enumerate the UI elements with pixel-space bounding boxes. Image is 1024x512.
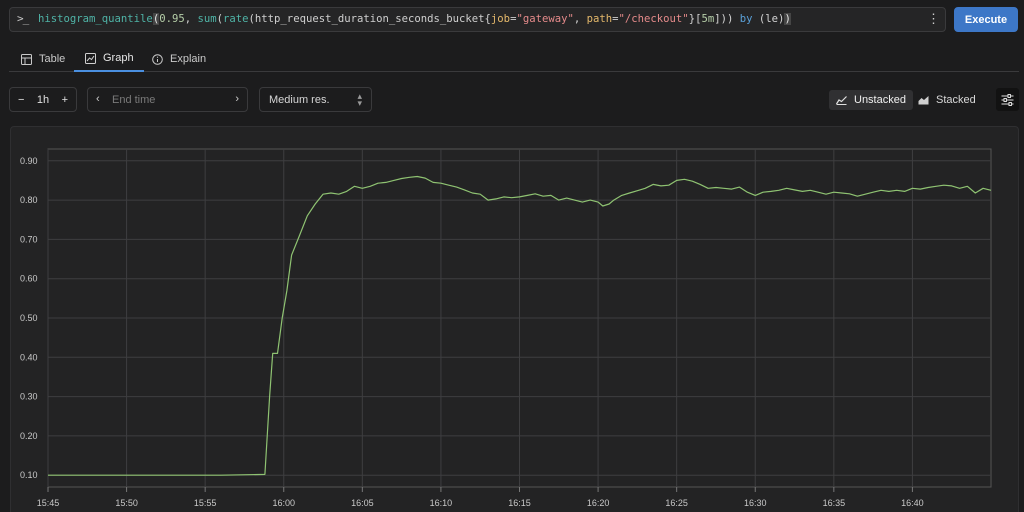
query-token: by (733, 13, 759, 25)
query-token: histogram_quantile (38, 13, 153, 25)
table-icon (20, 53, 32, 65)
stacked-label: Stacked (936, 94, 976, 106)
query-token: , (573, 13, 587, 25)
area-chart-icon (918, 96, 929, 105)
chevron-left-icon[interactable]: ‹ (96, 93, 100, 105)
execute-button[interactable]: Execute (954, 7, 1018, 32)
latency-chart[interactable]: 0.90 0.80 0.70 0.60 0.50 0.40 0.30 0.20 0.10 15:4… (11, 127, 1020, 512)
x-tick-label: 16:25 (665, 498, 688, 508)
query-token: "gateway" (516, 13, 574, 25)
range-decrease-button[interactable]: − (18, 94, 24, 106)
tab-graph-label: Graph (103, 52, 134, 64)
chevron-right-icon[interactable]: › (235, 93, 239, 105)
graph-panel: 0.90 0.80 0.70 0.60 0.50 0.40 0.30 0.20 0.10 15:4… (10, 126, 1019, 512)
query-token: http_request_duration_seconds_bucket (254, 13, 485, 25)
x-tick-label: 16:00 (272, 498, 295, 508)
query-token: 5m (701, 13, 715, 25)
y-tick-label: 0.50 (20, 313, 38, 323)
graph-settings-button[interactable] (996, 88, 1019, 111)
y-tick-label: 0.70 (20, 234, 38, 244)
y-tick-label: 0.80 (20, 195, 38, 205)
x-tick-label: 16:05 (351, 498, 374, 508)
terminal-prompt-icon: >_ (17, 12, 29, 25)
resolution-value: Medium res. (269, 94, 330, 106)
x-tick-label: 16:35 (823, 498, 846, 508)
x-tick-label: 15:50 (115, 498, 138, 508)
view-tabs: Table Graph Explain (9, 46, 1019, 72)
y-tick-label: 0.30 (20, 392, 38, 402)
tab-table-label: Table (39, 53, 66, 65)
x-tick-label: 16:15 (508, 498, 531, 508)
query-token: sum (197, 13, 217, 25)
y-tick-label: 0.20 (20, 431, 38, 441)
tab-graph[interactable]: Graph (74, 46, 144, 72)
tab-table[interactable]: Table (20, 46, 65, 72)
range-value[interactable]: 1h (37, 94, 49, 106)
query-token: ) (784, 13, 791, 25)
query-editor[interactable]: >_ histogram_quantile(0.95, sum(rate(htt… (9, 7, 946, 32)
end-time-input[interactable]: ‹ End time › (87, 87, 248, 112)
range-increase-button[interactable]: + (62, 94, 68, 106)
x-tick-label: 16:10 (430, 498, 453, 508)
x-tick-label: 16:30 (744, 498, 767, 508)
query-token: (le) (758, 13, 785, 25)
kebab-menu-icon[interactable]: ⋮ (927, 12, 940, 26)
query-token: path (586, 13, 613, 25)
resolution-select[interactable]: Medium res. ▴ ▾ (259, 87, 372, 112)
y-tick-label: 0.40 (20, 352, 38, 362)
query-expression[interactable]: histogram_quantile(0.95, sum(rate(http_r… (38, 13, 791, 25)
range-control: − 1h + (9, 87, 77, 112)
query-token: 0.95 (159, 13, 185, 25)
y-tick-label: 0.60 (20, 274, 38, 284)
tab-explain-label: Explain (170, 53, 207, 65)
sliders-icon (1001, 93, 1014, 106)
y-tick-label: 0.10 (20, 470, 38, 480)
x-tick-label: 15:45 (37, 498, 60, 508)
graph-icon (84, 52, 96, 64)
y-tick-label: 0.90 (20, 156, 38, 166)
query-token: "/checkout" (618, 13, 689, 25)
query-token: , (184, 13, 198, 25)
unstacked-button[interactable]: Unstacked (829, 90, 913, 110)
info-icon (151, 53, 163, 65)
tab-explain[interactable]: Explain (151, 46, 206, 72)
stacked-button[interactable]: Stacked (911, 90, 983, 110)
chevron-updown-icon: ▴ ▾ (357, 91, 362, 108)
end-time-placeholder: End time (112, 94, 156, 106)
x-tick-label: 16:20 (587, 498, 610, 508)
line-chart-icon (836, 96, 847, 105)
x-tick-label: 16:40 (901, 498, 924, 508)
query-token: )) (720, 13, 734, 25)
x-tick-label: 15:55 (194, 498, 217, 508)
unstacked-label: Unstacked (854, 94, 906, 106)
query-token: rate (223, 13, 249, 25)
query-token: job (490, 13, 511, 25)
